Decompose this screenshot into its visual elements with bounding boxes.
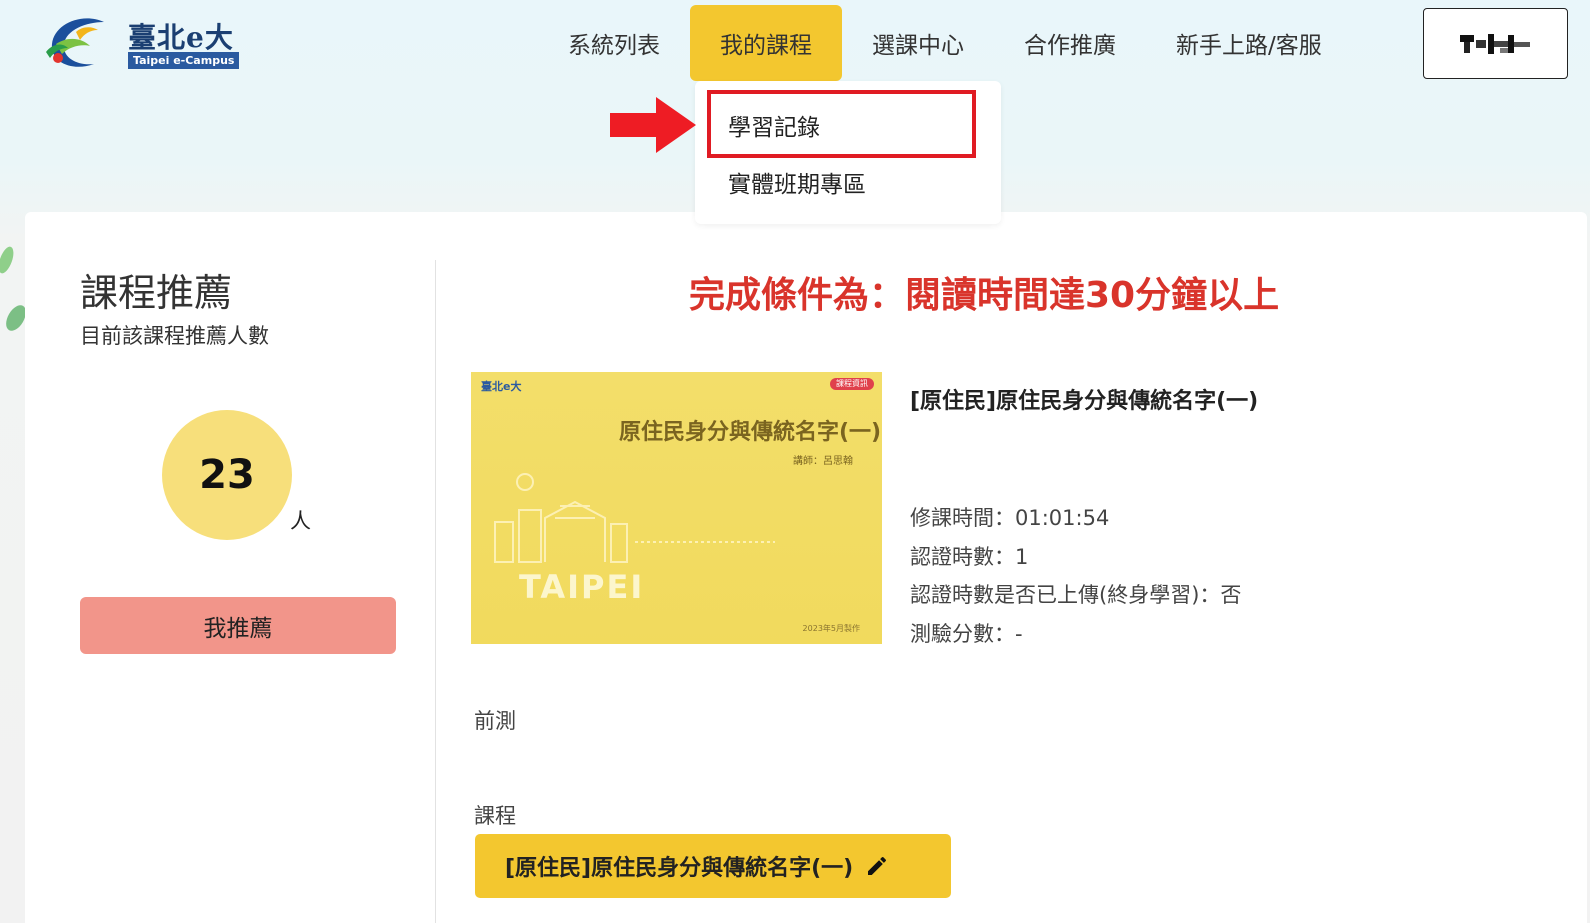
- completion-condition: 完成條件為：閱讀時間達30分鐘以上: [689, 275, 1280, 316]
- recommend-count: 23: [162, 410, 292, 540]
- pointer-arrow-icon: [610, 97, 696, 153]
- course-entry-label: [原住民]原住民身分與傳統名字(一): [505, 856, 854, 881]
- nav-item-system-list[interactable]: 系統列表: [538, 5, 690, 81]
- nav-item-help[interactable]: 新手上路/客服: [1146, 5, 1352, 81]
- site-logo[interactable]: 臺北e大 Taipei e-Campus: [42, 14, 242, 74]
- thumbnail-date: 2023年5月製作: [802, 624, 860, 633]
- pencil-icon: [865, 854, 889, 878]
- recommend-subtitle: 目前該課程推薦人數: [80, 324, 269, 348]
- thumbnail-title: 原住民身分與傳統名字(一): [619, 420, 882, 445]
- column-divider: [435, 260, 436, 923]
- nav-item-course-center[interactable]: 選課中心: [842, 5, 994, 81]
- section-pretest: 前測: [474, 709, 516, 733]
- section-course: 課程: [474, 804, 516, 828]
- city-skyline-icon: [494, 473, 775, 563]
- nav-item-cooperation[interactable]: 合作推廣: [994, 5, 1146, 81]
- logo-mark-icon: [46, 18, 104, 67]
- thumbnail-badge: 課程資訊: [830, 378, 874, 390]
- info-test-score: 測驗分數：-: [910, 622, 1023, 646]
- top-header: 臺北e大 Taipei e-Campus 系統列表 我的課程 選課中心 合作推廣…: [0, 0, 1590, 90]
- thumbnail-city: TAIPEI: [519, 568, 645, 606]
- my-courses-dropdown: 學習記錄 實體班期專區: [695, 81, 1001, 224]
- redacted-username-icon: [1459, 33, 1530, 54]
- dropdown-item-learning-record[interactable]: 學習記錄: [728, 108, 820, 142]
- info-cert-hours: 認證時數：1: [910, 545, 1029, 569]
- logo-title: 臺北e大: [128, 21, 234, 54]
- course-thumbnail[interactable]: 臺北e大 課程資訊 原住民身分與傳統名字(一) 講師：呂思翰 TAIPEI 20…: [471, 372, 882, 644]
- recommend-count-unit: 人: [290, 509, 311, 533]
- logo-subtitle: Taipei e-Campus: [128, 52, 240, 69]
- course-entry-button[interactable]: [原住民]原住民身分與傳統名字(一): [475, 834, 951, 898]
- nav-item-my-courses[interactable]: 我的課程: [690, 5, 842, 81]
- info-cert-uploaded: 認證時數是否已上傳(終身學習)：否: [910, 583, 1242, 607]
- thumbnail-logo: 臺北e大: [481, 380, 522, 393]
- user-account-button[interactable]: [1423, 8, 1568, 79]
- main-nav: 系統列表 我的課程 選課中心 合作推廣 新手上路/客服: [538, 5, 1352, 81]
- thumbnail-teacher: 講師：呂思翰: [793, 456, 853, 467]
- info-study-time: 修課時間：01:01:54: [910, 506, 1110, 530]
- dropdown-item-physical-class[interactable]: 實體班期專區: [728, 165, 866, 199]
- course-name: [原住民]原住民身分與傳統名字(一): [910, 389, 1259, 414]
- recommend-button[interactable]: 我推薦: [80, 597, 396, 654]
- recommend-title: 課程推薦: [80, 271, 233, 315]
